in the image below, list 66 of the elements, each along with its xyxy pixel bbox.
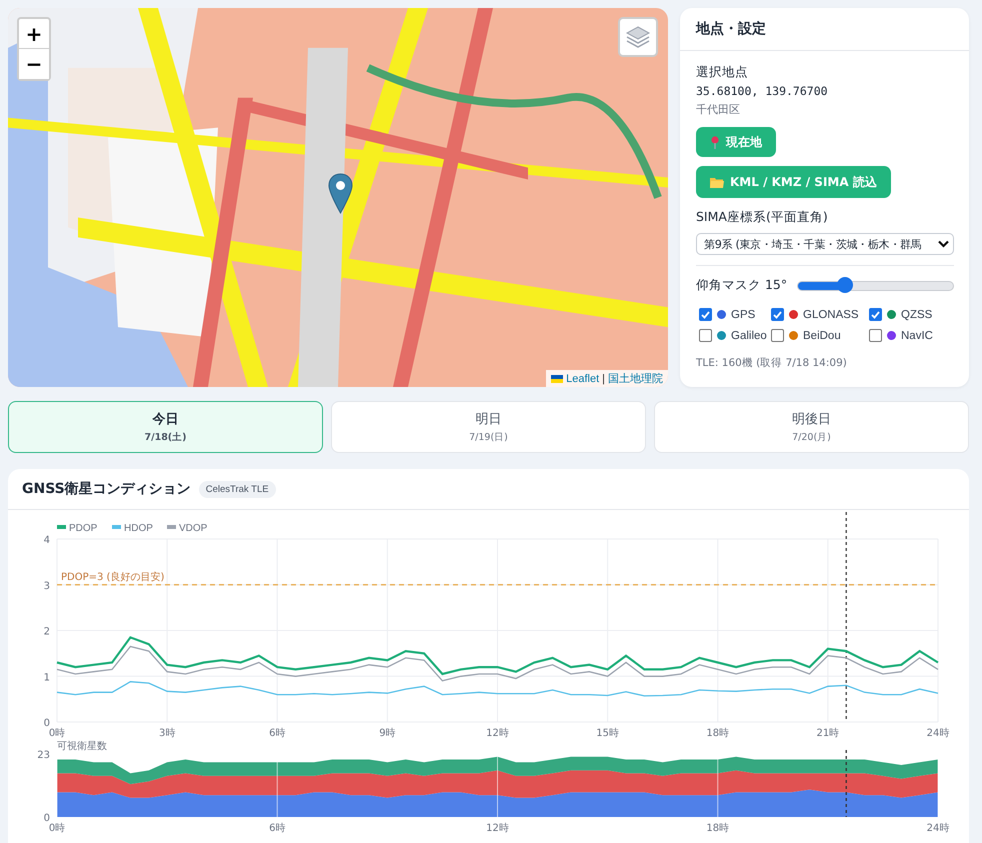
location-label: 選択地点 [696,64,748,81]
axis-label: 可視衛星数 [57,741,107,752]
axis-tick-label: 1 [44,672,50,684]
axis-tick-label: 12時 [486,728,509,739]
flag-icon [551,374,564,382]
constellation-label: GLONASS [803,308,859,320]
checkbox[interactable] [699,308,712,321]
constellation-label: NavIC [901,330,933,342]
checkbox[interactable] [869,308,882,321]
axis-tick-label: 2 [44,626,50,638]
elevation-mask-label: 仰角マスク 15° [696,277,788,294]
source-badge: CelesTrak TLE [198,480,276,498]
checkbox[interactable] [771,329,784,342]
time-marker [846,750,847,817]
axis-tick-label: 24時 [926,728,950,739]
checkbox[interactable] [771,308,784,321]
axis-tick-label: 12時 [486,823,509,834]
area-name: 千代田区 [696,102,740,117]
axis-tick-label: 0時 [48,728,66,739]
legend-item[interactable]: VDOP [167,523,208,534]
checkbox[interactable] [869,329,882,342]
layers-button[interactable] [618,17,658,57]
axis-tick-label: 9時 [379,728,396,739]
axis-tick-label: 0時 [48,823,66,834]
day-tab[interactable]: 今日 7/18(土) [8,401,323,453]
day-tab[interactable]: 明後日 7/20(月) [654,401,969,453]
axis-tick-label: 4 [44,535,50,546]
axis-tick-label: 21時 [816,728,840,739]
constellation-label: Galileo [731,330,767,342]
map-marker-icon[interactable] [328,173,353,214]
tle-note: TLE: 160機 (取得 7/18 14:09) [696,356,847,370]
map[interactable]: + − Leaflet | 国土地理院 [8,8,668,387]
reference-label: PDOP=3 (良好の目安) [61,572,164,583]
axis-tick-label: 6時 [269,823,286,834]
legend-label: VDOP [179,523,208,534]
attribution-link[interactable]: Leaflet [566,372,600,384]
constellation-label: GPS [731,308,756,320]
folder-icon [710,176,724,188]
chevron-down-icon [938,240,949,248]
card-title: GNSS衛星コンディション [22,480,191,498]
axis-tick-label: 3時 [158,728,176,739]
attribution-link[interactable]: 国土地理院 [608,371,663,386]
axis-tick-label: 23 [37,750,50,761]
attribution-separator: | [602,372,605,384]
coordinate-system-select[interactable]: 第9系 (東京・埼玉・千葉・茨城・栃木・群馬 [696,233,954,255]
coordinates: 35.68100, 139.76700 [696,84,828,98]
axis-tick-label: 0 [44,813,50,824]
axis-tick-label: 0 [44,718,50,729]
day-tab[interactable]: 明日 7/19(日) [331,401,646,453]
layers-icon [625,24,651,50]
checkbox[interactable] [699,329,712,342]
axis-tick-label: 18時 [706,823,730,834]
axis-tick-label: 24時 [926,823,950,834]
constellation-label: BeiDou [803,330,841,342]
panel-title: 地点・設定 [680,8,969,51]
axis-tick-label: 6時 [269,728,286,739]
axis-tick-label: 18時 [706,728,730,739]
axis-tick-label: 15時 [596,728,619,739]
constellation-label: QZSS [901,308,932,320]
legend-item[interactable]: PDOP [57,523,98,534]
select-label: SIMA座標系(平面直角) [696,209,828,226]
pin-icon [710,136,720,148]
legend-label: HDOP [124,523,154,534]
legend-item[interactable]: HDOP [112,523,153,534]
axis-tick-label: 3 [44,580,50,592]
legend-label: PDOP [69,523,98,534]
